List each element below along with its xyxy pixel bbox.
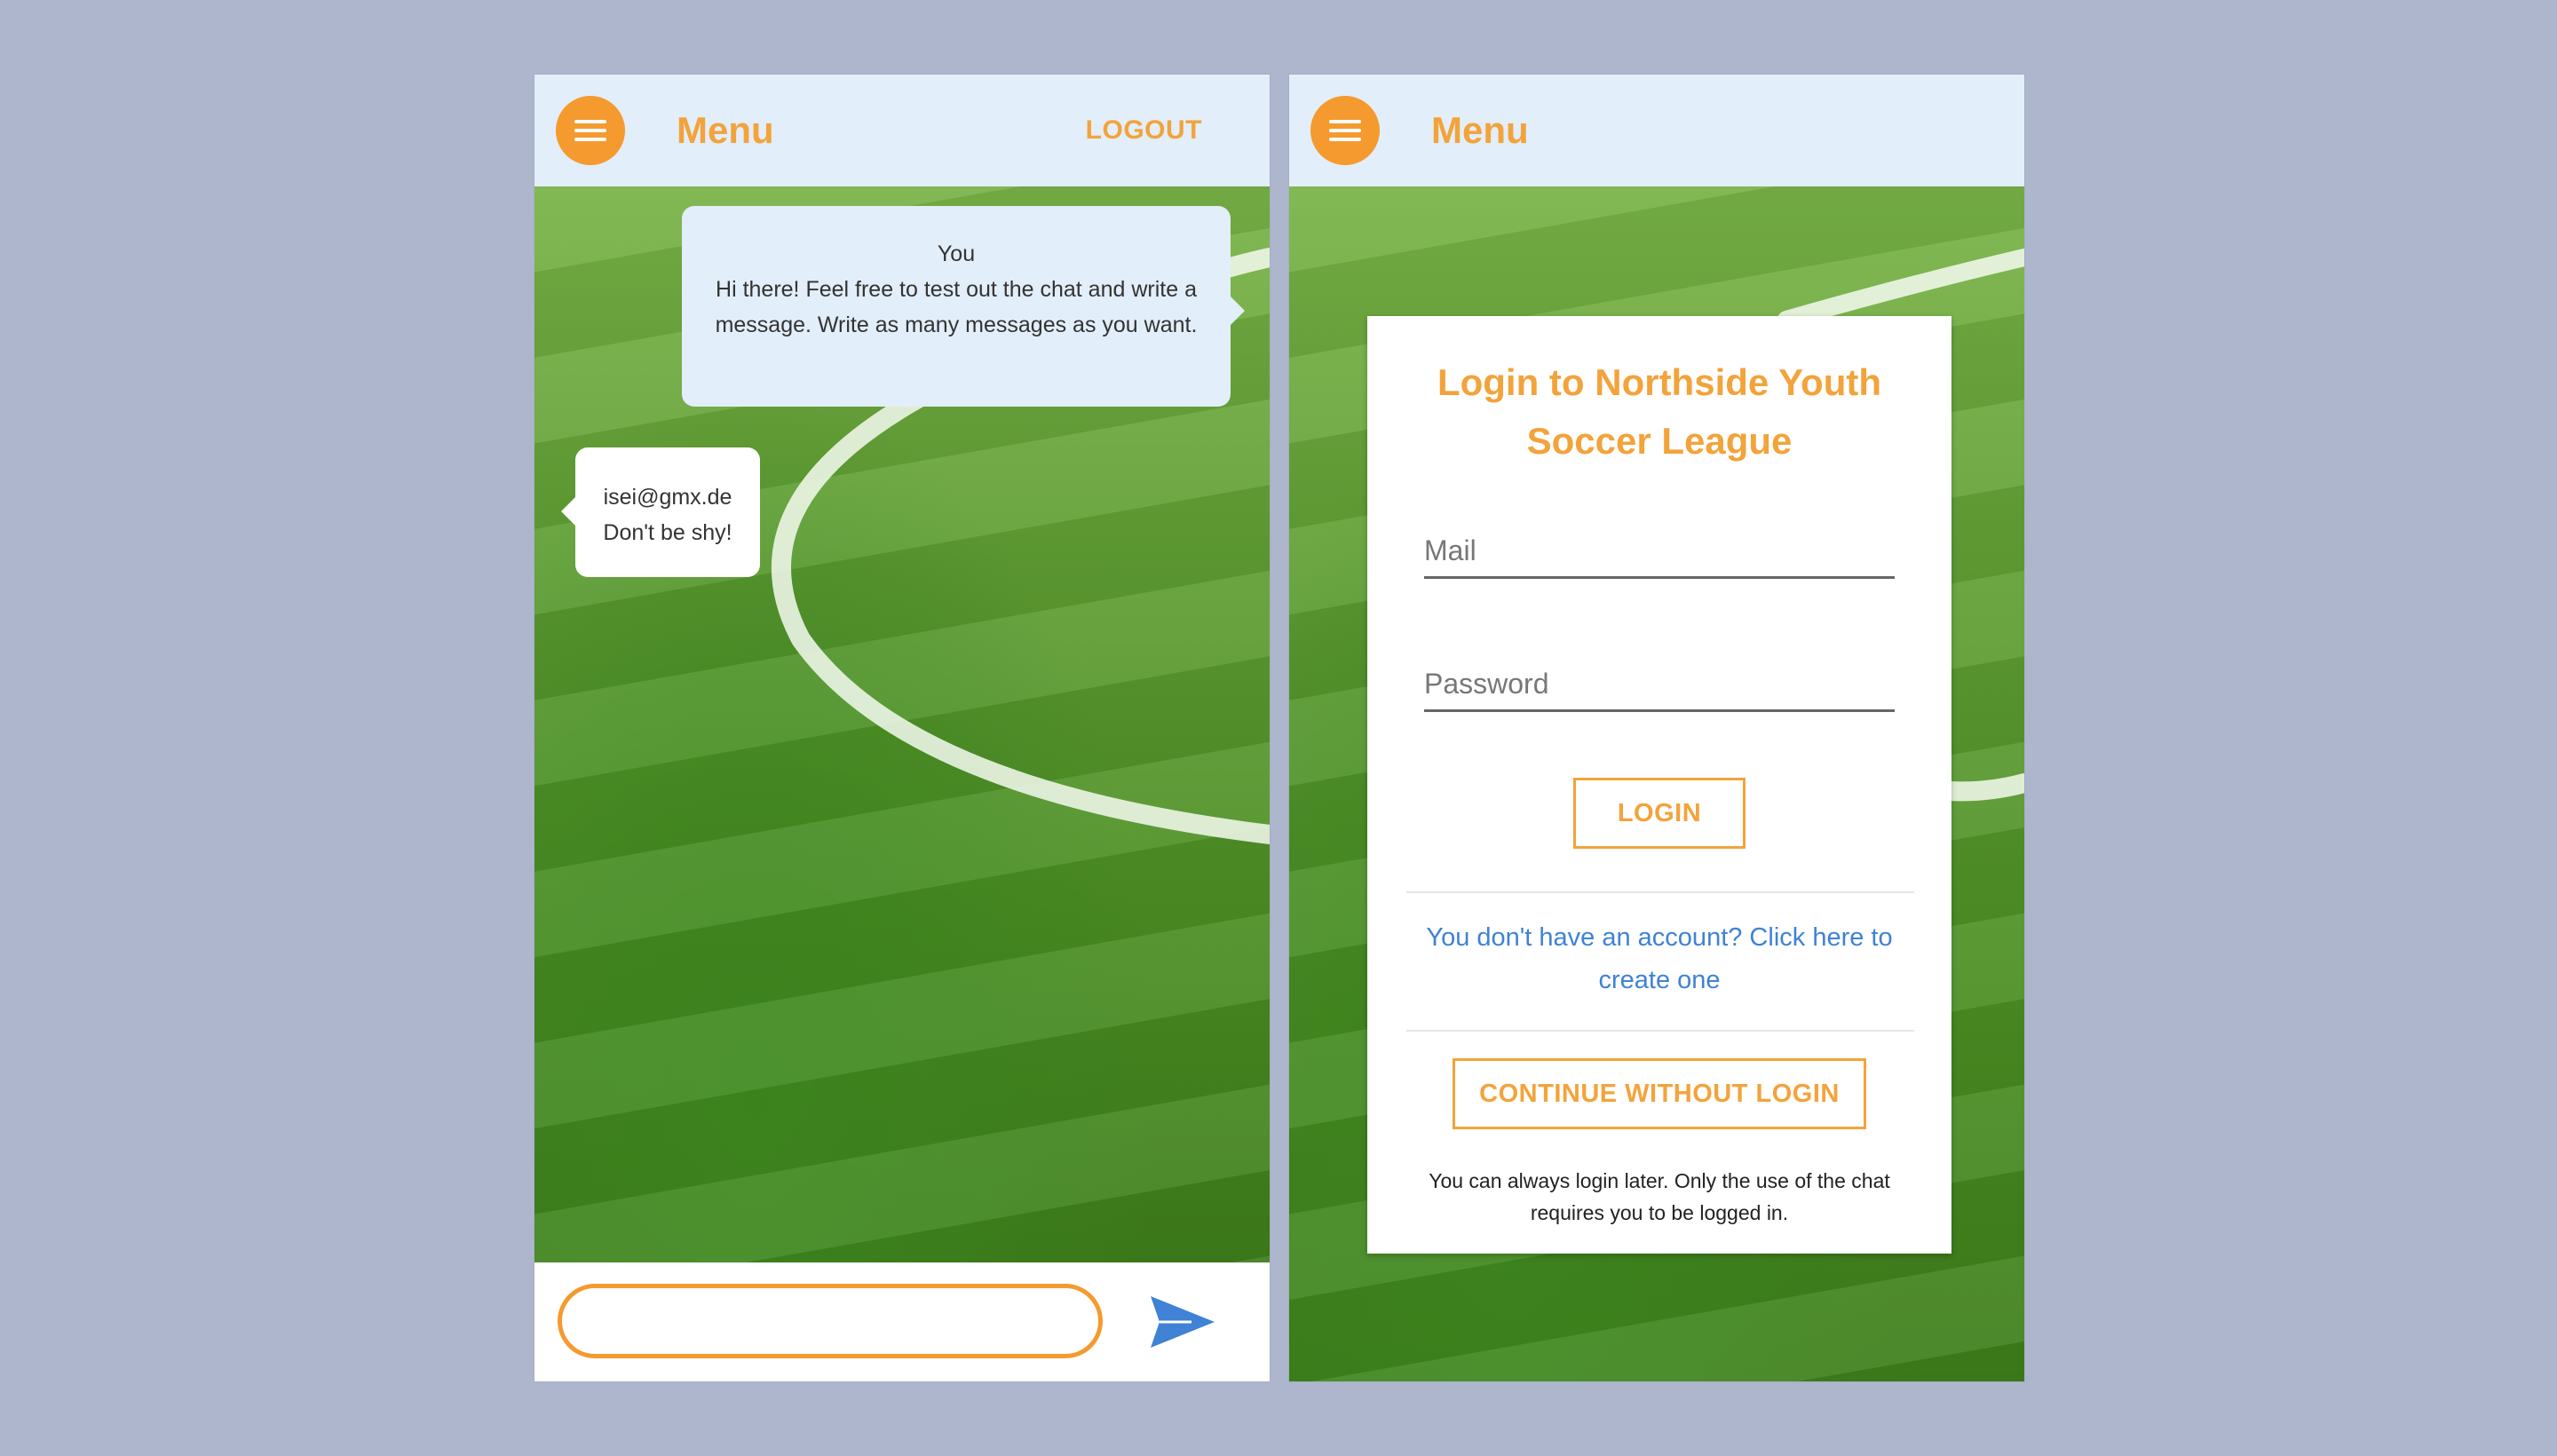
menu-button[interactable]	[556, 96, 625, 165]
mail-field[interactable]	[1424, 526, 1895, 579]
create-account-link[interactable]: You don't have an account? Click here to…	[1403, 916, 1916, 1001]
message-sender: You	[937, 241, 976, 266]
continue-without-login-button[interactable]: CONTINUE WITHOUT LOGIN	[1453, 1058, 1866, 1129]
chat-message-own: You Hi there! Feel free to test out the …	[682, 206, 1245, 407]
menu-button[interactable]	[1310, 96, 1380, 165]
password-field[interactable]	[1424, 659, 1895, 712]
login-note: You can always login later. Only the use…	[1429, 1169, 1890, 1224]
message-text: Don't be shy!	[603, 520, 732, 545]
send-arrow-icon	[1151, 1296, 1215, 1348]
divider	[1406, 891, 1914, 893]
login-screen: Menu Login to Northside Youth Soccer Lea…	[1289, 75, 2024, 1381]
login-button[interactable]: LOGIN	[1573, 778, 1746, 849]
app-bar: Menu	[1289, 75, 2024, 186]
chat-message-other: isei@gmx.de Don't be shy!	[561, 447, 760, 577]
message-input[interactable]	[558, 1284, 1103, 1358]
message-text: Hi there! Feel free to test out the chat…	[715, 277, 1198, 337]
divider	[1406, 1030, 1914, 1032]
login-title: Login to Northside Youth Soccer League	[1437, 361, 1882, 462]
soccer-field-background: You Hi there! Feel free to test out the …	[534, 186, 1270, 1262]
send-button[interactable]	[1147, 1291, 1218, 1353]
chat-screen: Menu LOGOUT You Hi there! Feel free to t…	[534, 75, 1270, 1381]
menu-title[interactable]: Menu	[677, 107, 774, 154]
app-bar: Menu LOGOUT	[534, 75, 1270, 186]
logout-button[interactable]: LOGOUT	[1086, 114, 1202, 147]
menu-title[interactable]: Menu	[1431, 107, 1529, 154]
message-composer	[534, 1262, 1270, 1381]
hamburger-menu-icon	[574, 120, 606, 141]
login-card: Login to Northside Youth Soccer League L…	[1367, 316, 1951, 1254]
hamburger-menu-icon	[1329, 120, 1361, 141]
message-sender: isei@gmx.de	[603, 485, 732, 510]
